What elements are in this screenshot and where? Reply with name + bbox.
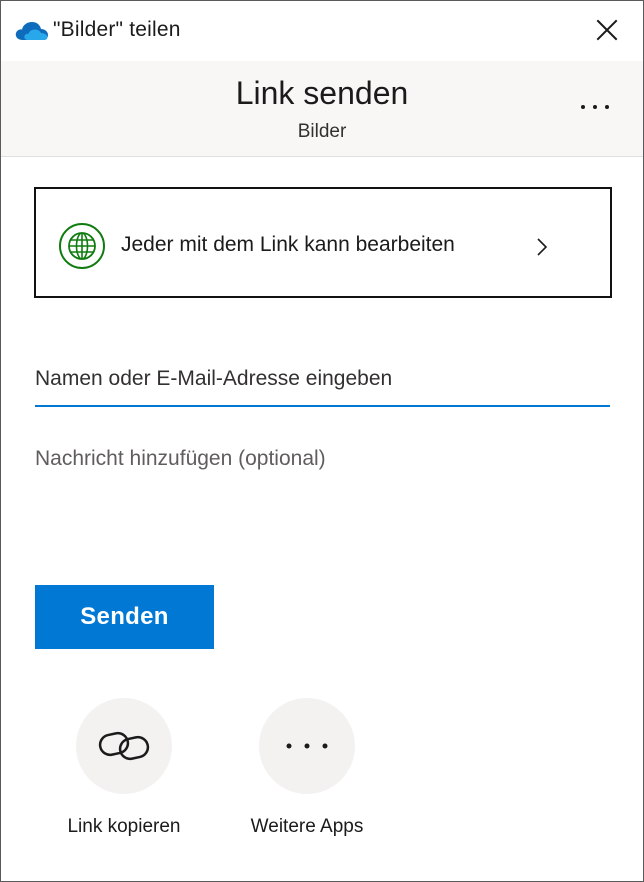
more-apps-circle	[259, 698, 355, 794]
close-button[interactable]	[586, 13, 626, 49]
copy-link-circle	[76, 698, 172, 794]
more-options-button[interactable]	[571, 85, 619, 125]
more-apps-label: Weitere Apps	[250, 816, 364, 837]
more-horizontal-icon	[286, 743, 328, 749]
link-settings-button[interactable]: Jeder mit dem Link kann bearbeiten	[34, 187, 612, 298]
close-icon	[596, 19, 618, 41]
title-bar: "Bilder" teilen	[1, 1, 643, 61]
more-apps-button[interactable]: Weitere Apps	[227, 698, 387, 848]
onedrive-cloud-icon	[15, 22, 48, 40]
header-subtitle: Bilder	[297, 121, 347, 142]
window-title: "Bilder" teilen	[53, 18, 181, 41]
message-input[interactable]	[35, 447, 610, 547]
link-icon	[98, 731, 150, 761]
copy-link-label: Link kopieren	[67, 816, 181, 837]
link-permission-label: Jeder mit dem Link kann bearbeiten	[121, 233, 455, 256]
share-dialog: "Bilder" teilen Link senden Bilder Jeder…	[0, 0, 644, 882]
recipient-input[interactable]	[35, 353, 610, 407]
send-button[interactable]: Senden	[35, 585, 214, 649]
more-options-icon	[581, 105, 609, 109]
dialog-header: Link senden Bilder	[1, 61, 643, 157]
copy-link-button[interactable]: Link kopieren	[44, 698, 204, 848]
globe-icon	[59, 223, 105, 269]
chevron-right-icon	[537, 238, 548, 256]
header-title: Link senden	[235, 75, 409, 111]
